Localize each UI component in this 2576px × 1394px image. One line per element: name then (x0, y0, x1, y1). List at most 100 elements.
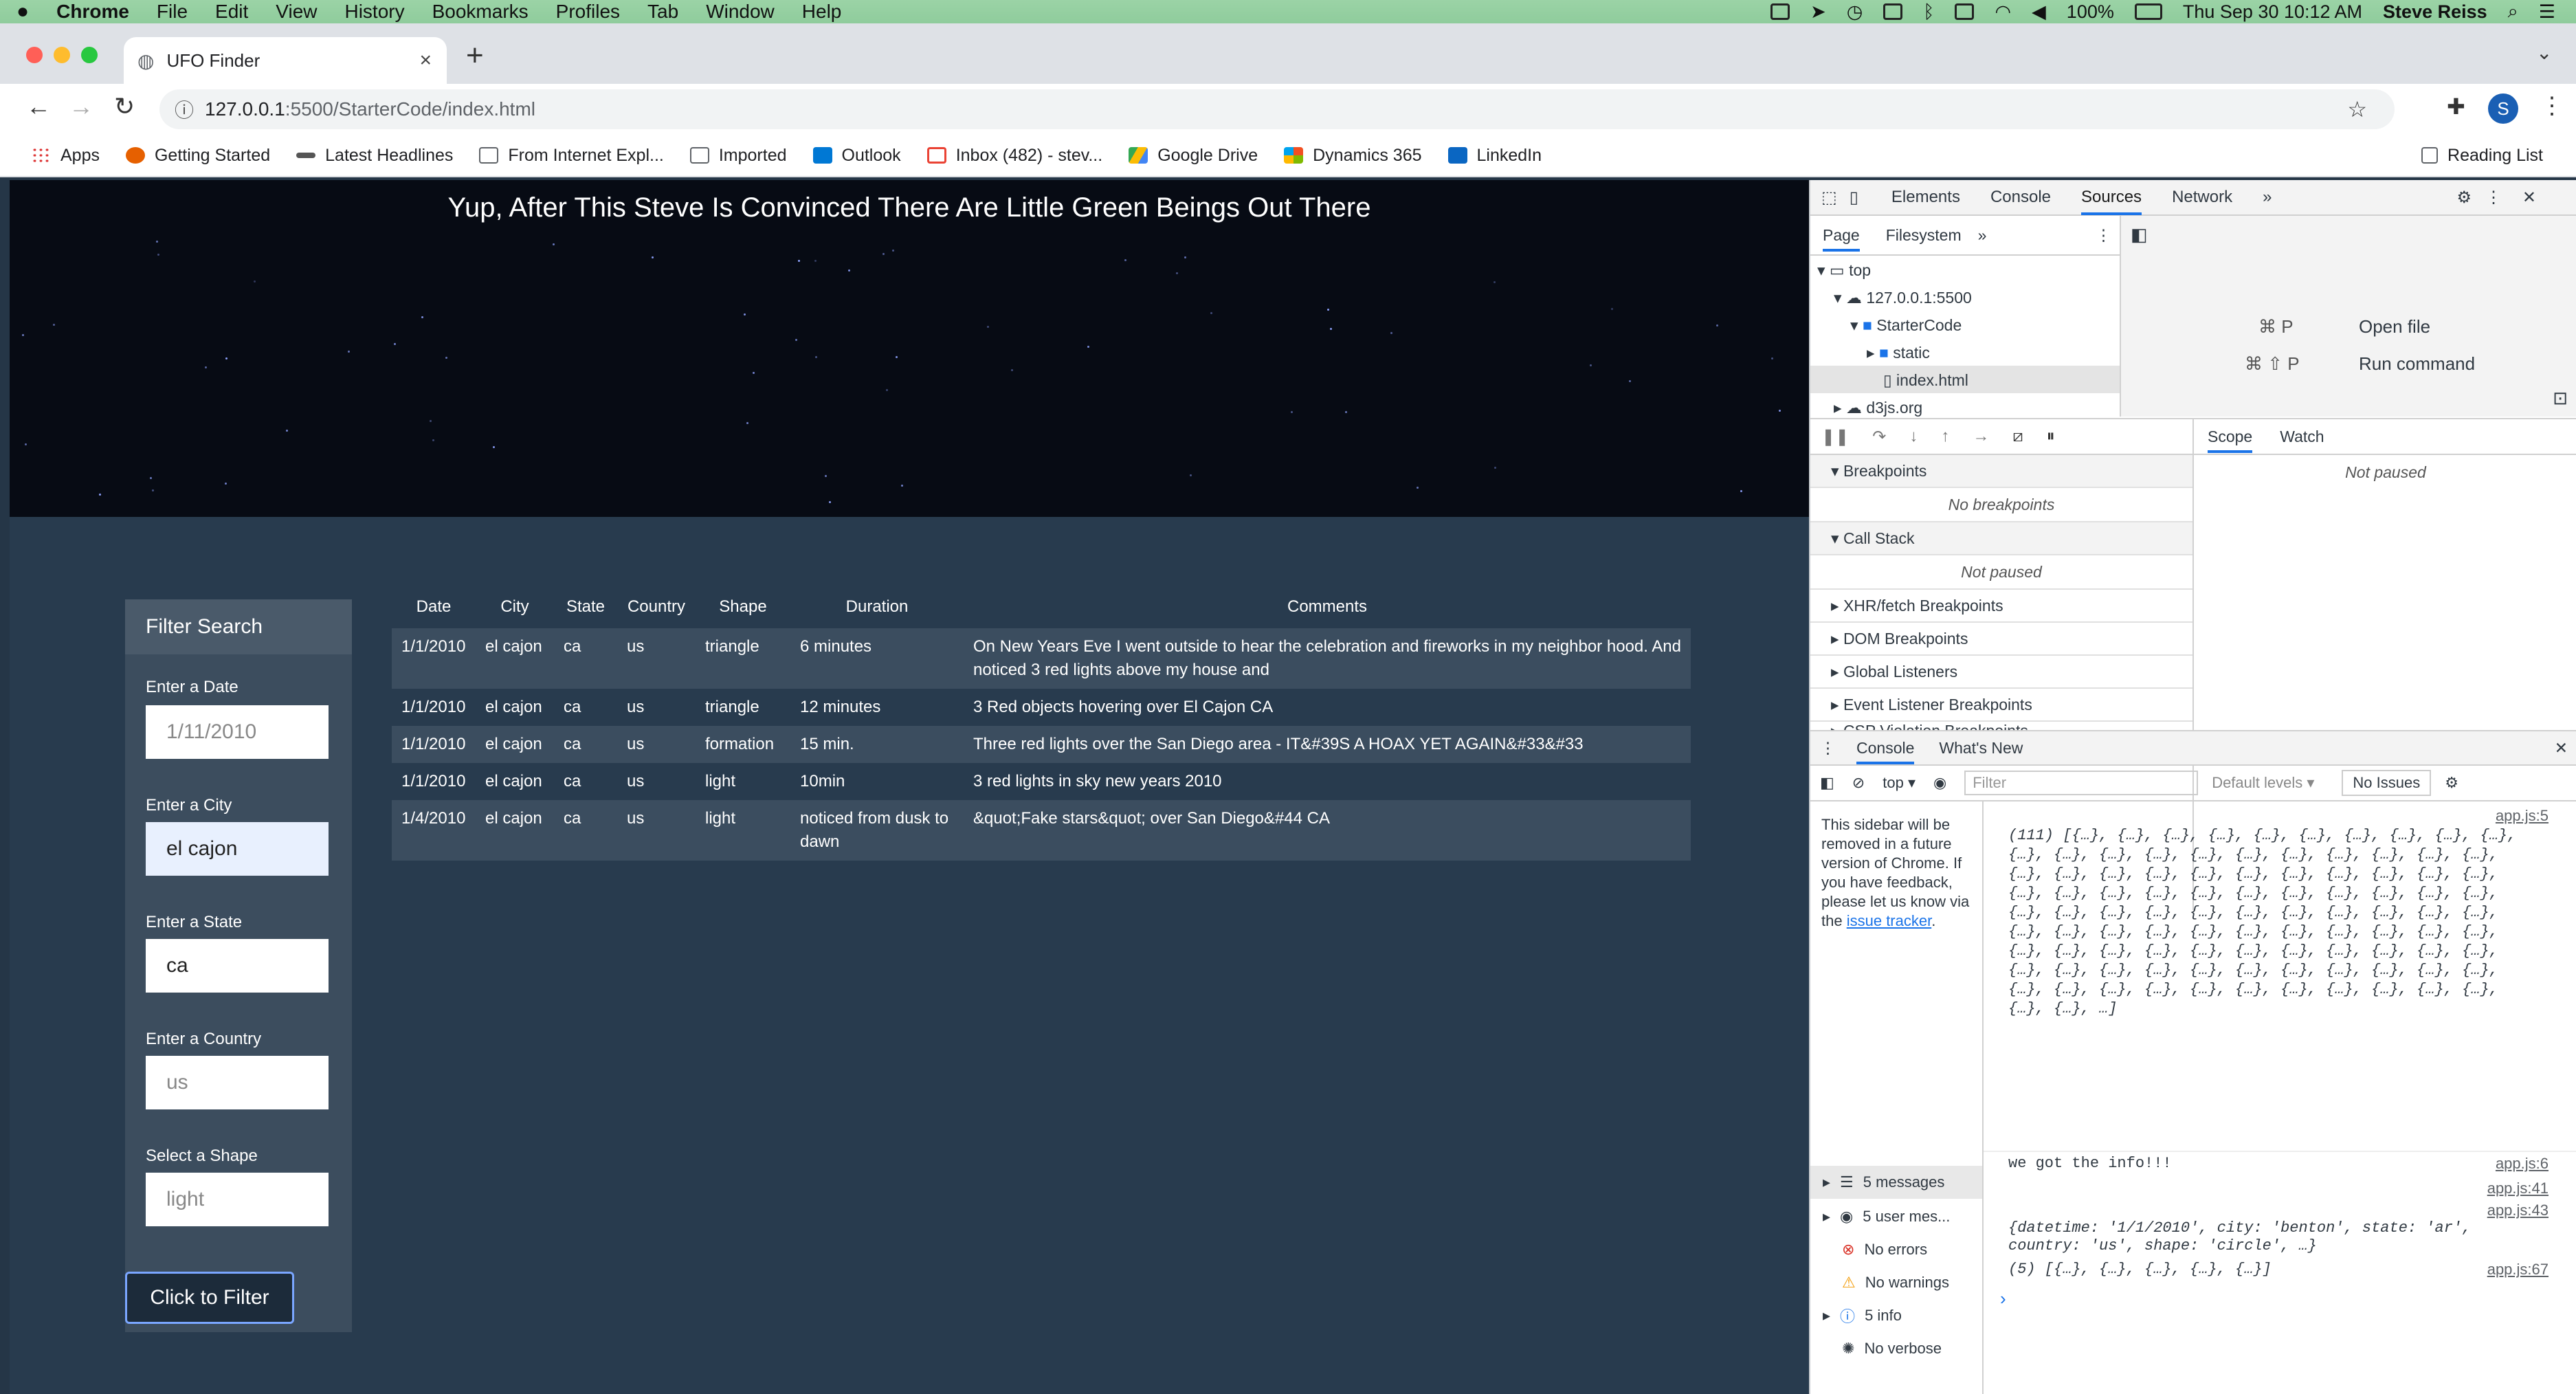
section-breakpoints[interactable]: ▾ Breakpoints (1810, 455, 2192, 488)
extensions-icon[interactable]: ✚ (2447, 93, 2465, 120)
close-tab-icon[interactable]: × (419, 49, 432, 72)
tab-watch[interactable]: Watch (2280, 428, 2324, 446)
apple-icon[interactable]: ● (16, 0, 29, 23)
forward-icon[interactable]: → (69, 92, 93, 121)
info-icon[interactable]: ⓘ (175, 96, 194, 123)
menu-help[interactable]: Help (802, 1, 842, 23)
bookmark-apps[interactable]: Apps (32, 146, 100, 166)
bookmark-dynamics[interactable]: Dynamics 365 (1284, 146, 1422, 166)
menu-bookmarks[interactable]: Bookmarks (432, 1, 529, 23)
tree-file-index[interactable]: ▯ index.html (1810, 366, 2120, 393)
display-icon[interactable] (1883, 3, 1903, 20)
bookmark-linkedin[interactable]: LinkedIn (1447, 146, 1542, 166)
zoom-icon[interactable] (1770, 3, 1790, 20)
log-source[interactable]: app.js:41 (2487, 1180, 2549, 1197)
context-select[interactable]: top ▾ (1883, 774, 1916, 792)
shortcut-open-file[interactable]: Open file (2359, 316, 2430, 338)
browser-tab[interactable]: ◍ UFO Finder × (124, 37, 447, 84)
step-icon[interactable]: → (1973, 427, 1989, 446)
control-center-icon[interactable]: ☰ (2539, 1, 2555, 23)
inspect-element-icon[interactable]: ⬚ (1821, 188, 1837, 208)
tree-host[interactable]: ▾ ☁ 127.0.0.1:5500 (1834, 289, 1972, 307)
device-toolbar-icon[interactable]: ▯ (1850, 188, 1858, 208)
wifi-icon[interactable]: ◠ (1995, 1, 2011, 23)
nav-tab-filesystem[interactable]: Filesystem (1886, 226, 1962, 245)
sidebar-info[interactable]: ▸ ⓘ 5 info (1810, 1299, 1902, 1332)
issue-tracker-link[interactable]: issue tracker (1847, 912, 1932, 929)
close-devtools-icon[interactable]: ✕ (2522, 188, 2536, 208)
tree-folder-static[interactable]: ▸ ■ static (1867, 344, 1930, 362)
bookmark-folder-imported[interactable]: Imported (689, 146, 787, 166)
tab-scope[interactable]: Scope (2208, 428, 2253, 453)
country-input[interactable]: us (146, 1056, 329, 1109)
settings-gear-icon[interactable]: ⚙ (2456, 188, 2472, 208)
log-source[interactable]: app.js:67 (2487, 1261, 2549, 1279)
shortcut-run-command[interactable]: Run command (2359, 353, 2475, 375)
log-source[interactable]: app.js:5 (2496, 807, 2549, 825)
battery-percent[interactable]: 100% (2067, 1, 2114, 23)
close-window-button[interactable] (26, 47, 43, 63)
battery-status-icon[interactable] (1955, 3, 1975, 20)
reading-list[interactable]: Reading List (2421, 146, 2543, 166)
drawer-menu-icon[interactable]: ⋮ (1820, 739, 1836, 757)
nav-tab-page[interactable]: Page (1823, 226, 1860, 252)
menu-window[interactable]: Window (706, 1, 775, 23)
live-expression-icon[interactable]: ◉ (1933, 774, 1946, 792)
section-event-listener[interactable]: ▸ Event Listener Breakpoints (1810, 689, 2192, 722)
bookmark-star-icon[interactable]: ☆ (2347, 96, 2367, 122)
bookmark-google-drive[interactable]: Google Drive (1129, 146, 1258, 166)
tab-sources[interactable]: Sources (2081, 188, 2142, 215)
cursor-icon[interactable]: ➤ (1810, 1, 1826, 23)
section-xhr[interactable]: ▸ XHR/fetch Breakpoints (1810, 590, 2192, 623)
clear-console-icon[interactable]: ⊘ (1852, 774, 1865, 792)
bookmark-latest-headlines[interactable]: Latest Headlines (296, 146, 453, 166)
console-filter-input[interactable]: Filter (1964, 771, 2199, 795)
spotlight-search-icon[interactable]: ⌕ (2508, 1, 2518, 23)
bluetooth-icon[interactable]: ᛒ (1923, 1, 1934, 23)
menu-history[interactable]: History (344, 1, 404, 23)
nav-menu-icon[interactable]: ⋮ (2096, 226, 2111, 245)
chrome-menu-icon[interactable]: ⋮ (2540, 92, 2564, 120)
log-array-111[interactable]: (111) [{…}, {…}, {…}, {…}, {…}, {…}, {…}… (2008, 826, 2535, 1019)
bookmark-gmail[interactable]: Inbox (482) - stev... (926, 146, 1102, 166)
sidebar-verbose[interactable]: ✺ No verbose (1810, 1332, 1942, 1365)
close-drawer-icon[interactable]: ✕ (2555, 739, 2568, 757)
bookmark-getting-started[interactable]: Getting Started (125, 146, 270, 166)
filter-button[interactable]: Click to Filter (125, 1272, 294, 1324)
back-icon[interactable]: ← (26, 92, 51, 121)
tab-network[interactable]: Network (2172, 188, 2232, 207)
menu-edit[interactable]: Edit (215, 1, 248, 23)
zoom-window-button[interactable] (81, 47, 98, 63)
state-input[interactable]: ca (146, 939, 329, 993)
tree-host-d3js[interactable]: ▸ ☁ d3js.org (1834, 399, 1922, 417)
drawer-tab-whats-new[interactable]: What's New (1939, 739, 2023, 757)
section-dom[interactable]: ▸ DOM Breakpoints (1810, 623, 2192, 656)
battery-icon[interactable] (2134, 3, 2162, 20)
console-prompt[interactable]: › (2000, 1288, 2006, 1309)
toggle-debugger-icon[interactable]: ⊡ (2553, 388, 2568, 409)
sidebar-warnings[interactable]: ⚠ No warnings (1810, 1266, 1949, 1299)
address-bar[interactable]: ⓘ 127.0.0.1 :5500/StarterCode/index.html… (159, 89, 2395, 129)
tab-search-icon[interactable]: ⌄ (2536, 41, 2552, 64)
more-tabs-icon[interactable]: » (2263, 188, 2272, 207)
console-settings-icon[interactable]: ⚙ (2445, 774, 2458, 792)
log-levels-select[interactable]: Default levels ▾ (2212, 774, 2314, 792)
date-input[interactable]: 1/11/2010 (146, 705, 329, 759)
menu-app-name[interactable]: Chrome (56, 1, 129, 23)
menu-profiles[interactable]: Profiles (556, 1, 620, 23)
reload-icon[interactable]: ↻ (114, 92, 135, 121)
volume-icon[interactable]: ◀ (2032, 1, 2046, 23)
bookmark-folder-ie[interactable]: From Internet Expl... (479, 146, 664, 166)
tree-top[interactable]: ▾ ▭ top (1817, 261, 1871, 280)
menu-tab[interactable]: Tab (647, 1, 678, 23)
clock[interactable]: Thu Sep 30 10:12 AM (2183, 1, 2362, 23)
step-out-icon[interactable]: ↑ (1941, 427, 1949, 446)
log-array-5[interactable]: (5) [{…}, {…}, {…}, {…}, {…}] (2008, 1261, 2272, 1278)
user-name[interactable]: Steve Reiss (2383, 1, 2487, 23)
more-nav-icon[interactable]: » (1978, 226, 1987, 245)
sidebar-errors[interactable]: ⊗ No errors (1810, 1233, 1927, 1266)
section-global[interactable]: ▸ Global Listeners (1810, 656, 2192, 689)
time-machine-icon[interactable]: ◷ (1847, 1, 1863, 23)
step-over-icon[interactable]: ↷ (1872, 427, 1886, 447)
log-source[interactable]: app.js:6 (2496, 1155, 2549, 1173)
